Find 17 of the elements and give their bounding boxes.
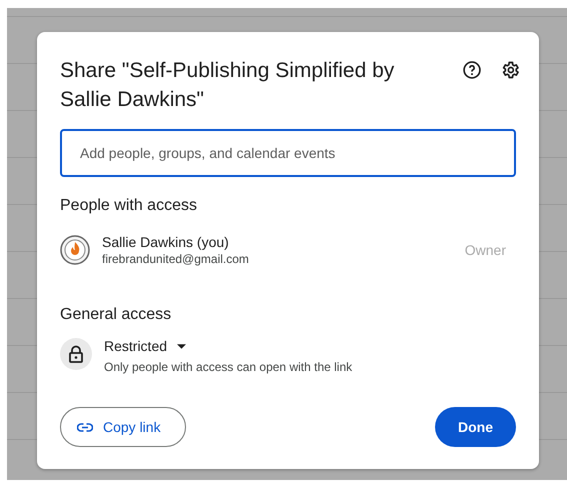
lock-icon — [60, 338, 92, 370]
person-email: firebrandunited@gmail.com — [102, 252, 250, 266]
settings-icon[interactable] — [500, 60, 520, 80]
section-heading: People with access — [60, 197, 198, 215]
caret-icon — [177, 344, 186, 348]
section-heading: General access — [60, 306, 172, 324]
link-icon — [77, 422, 93, 432]
avatar-icon — [60, 235, 90, 265]
access-description: Only people with access can open with the link — [104, 360, 354, 374]
dialog-title: Share "Self-Publishing Simplified by Sallie Dawkins" — [60, 58, 396, 113]
person-role: Owner — [464, 242, 506, 258]
help-icon[interactable] — [462, 60, 482, 80]
add-people-field[interactable]: Add people, groups, and calendar events — [60, 129, 516, 177]
access-dropdown[interactable]: Restricted — [104, 338, 186, 354]
done-button[interactable]: Done — [435, 407, 516, 447]
person-name: Sallie Dawkins (you) — [102, 234, 230, 250]
copy-link-button[interactable]: Copy link — [60, 407, 186, 447]
